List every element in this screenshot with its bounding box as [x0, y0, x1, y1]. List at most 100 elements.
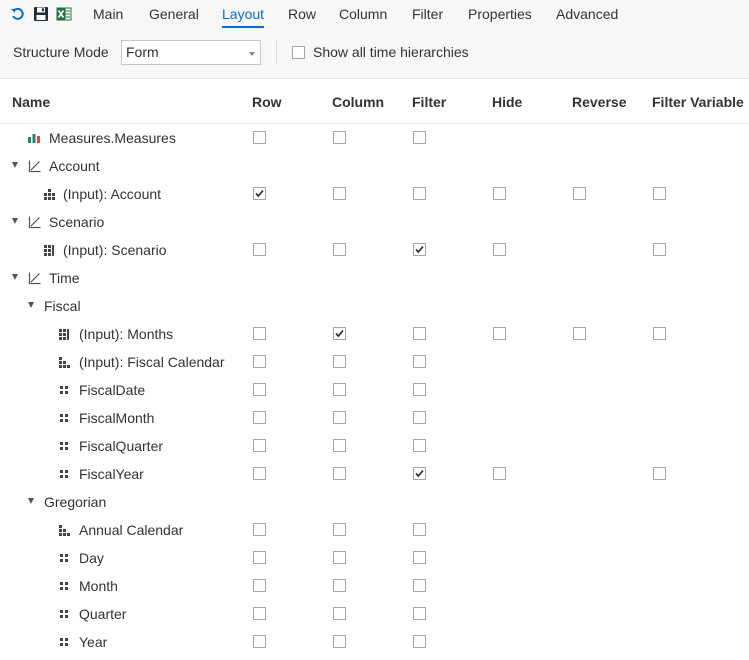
- reverse-checkbox[interactable]: [573, 327, 586, 340]
- level-icon: [57, 579, 71, 593]
- expand-triangle-icon[interactable]: [12, 162, 18, 168]
- expand-triangle-icon[interactable]: [28, 302, 34, 308]
- tab-properties[interactable]: Properties: [468, 6, 532, 22]
- tree-node-label: Year: [79, 634, 108, 650]
- filter-checkbox[interactable]: [413, 355, 426, 368]
- row-checkbox[interactable]: [253, 607, 266, 620]
- tree-node-label: FiscalYear: [79, 466, 144, 482]
- tree-node-label: FiscalMonth: [79, 410, 155, 426]
- filter-checkbox[interactable]: [413, 523, 426, 536]
- expand-triangle-icon[interactable]: [28, 498, 34, 504]
- expand-triangle-icon[interactable]: [12, 218, 18, 224]
- tab-filter[interactable]: Filter: [412, 6, 443, 22]
- tab-main[interactable]: Main: [93, 6, 123, 22]
- filter-checkbox[interactable]: [413, 327, 426, 340]
- level-icon: [57, 411, 71, 425]
- row-checkbox[interactable]: [253, 383, 266, 396]
- tree-node-label: FiscalQuarter: [79, 438, 164, 454]
- save-icon[interactable]: [33, 6, 49, 22]
- tab-column[interactable]: Column: [339, 6, 387, 22]
- tab-general[interactable]: General: [149, 6, 199, 22]
- filter-variable-checkbox[interactable]: [653, 467, 666, 480]
- tree-node-label: Fiscal: [44, 298, 81, 314]
- reverse-checkbox[interactable]: [573, 187, 586, 200]
- filter-checkbox[interactable]: [413, 243, 426, 256]
- filter-variable-checkbox[interactable]: [653, 187, 666, 200]
- hide-checkbox[interactable]: [493, 327, 506, 340]
- filter-variable-checkbox[interactable]: [653, 243, 666, 256]
- filter-checkbox[interactable]: [413, 131, 426, 144]
- level-icon: [57, 607, 71, 621]
- expand-triangle-icon[interactable]: [12, 274, 18, 280]
- column-checkbox[interactable]: [333, 383, 346, 396]
- row-checkbox[interactable]: [253, 635, 266, 648]
- column-checkbox[interactable]: [333, 635, 346, 648]
- tree-row: Year: [0, 628, 749, 656]
- excel-icon[interactable]: [56, 6, 72, 22]
- tree-node-label: (Input): Fiscal Calendar: [79, 354, 225, 370]
- tree-row: (Input): Months: [0, 320, 749, 348]
- row-checkbox[interactable]: [253, 243, 266, 256]
- column-checkbox[interactable]: [333, 467, 346, 480]
- tree-node-label: Scenario: [49, 214, 105, 230]
- filter-checkbox[interactable]: [413, 579, 426, 592]
- column-checkbox[interactable]: [333, 243, 346, 256]
- filter-variable-checkbox[interactable]: [653, 327, 666, 340]
- show-time-hierarchies-label: Show all time hierarchies: [313, 44, 469, 60]
- filter-checkbox[interactable]: [413, 439, 426, 452]
- column-checkbox[interactable]: [333, 551, 346, 564]
- column-checkbox[interactable]: [333, 187, 346, 200]
- tab-layout[interactable]: Layout: [222, 6, 264, 22]
- filter-checkbox[interactable]: [413, 383, 426, 396]
- row-checkbox[interactable]: [253, 355, 266, 368]
- hide-checkbox[interactable]: [493, 243, 506, 256]
- calendar-hierarchy-icon: [57, 355, 71, 369]
- filter-checkbox[interactable]: [413, 551, 426, 564]
- column-checkbox[interactable]: [333, 131, 346, 144]
- filter-checkbox[interactable]: [413, 411, 426, 424]
- tree-node-label: (Input): Scenario: [63, 242, 167, 258]
- filter-checkbox[interactable]: [413, 467, 426, 480]
- tree-row: FiscalDate: [0, 376, 749, 404]
- refresh-icon[interactable]: [10, 6, 26, 22]
- tree-node-label: Day: [79, 550, 104, 566]
- row-checkbox[interactable]: [253, 327, 266, 340]
- column-header-row: Row: [252, 94, 282, 110]
- level-icon: [57, 383, 71, 397]
- tab-row[interactable]: Row: [288, 6, 316, 22]
- row-checkbox[interactable]: [253, 579, 266, 592]
- row-checkbox[interactable]: [253, 523, 266, 536]
- row-checkbox[interactable]: [253, 467, 266, 480]
- row-checkbox[interactable]: [253, 131, 266, 144]
- column-header-filter: Filter: [412, 94, 447, 110]
- filter-checkbox[interactable]: [413, 635, 426, 648]
- tab-advanced[interactable]: Advanced: [556, 6, 618, 22]
- column-checkbox[interactable]: [333, 355, 346, 368]
- level-icon: [57, 467, 71, 481]
- row-checkbox[interactable]: [253, 551, 266, 564]
- row-checkbox[interactable]: [253, 439, 266, 452]
- tree-row: Day: [0, 544, 749, 572]
- column-header-column: Column: [332, 94, 385, 110]
- column-checkbox[interactable]: [333, 327, 346, 340]
- active-tab-indicator: [222, 26, 264, 28]
- tree-row: FiscalYear: [0, 460, 749, 488]
- structure-mode-label: Structure Mode: [13, 44, 109, 60]
- structure-mode-select[interactable]: Form: [121, 40, 261, 65]
- tree-row: FiscalMonth: [0, 404, 749, 432]
- column-checkbox[interactable]: [333, 523, 346, 536]
- filter-checkbox[interactable]: [413, 187, 426, 200]
- tree-row: Scenario: [0, 208, 749, 236]
- hide-checkbox[interactable]: [493, 467, 506, 480]
- column-checkbox[interactable]: [333, 411, 346, 424]
- column-checkbox[interactable]: [333, 579, 346, 592]
- row-checkbox[interactable]: [253, 411, 266, 424]
- hide-checkbox[interactable]: [493, 187, 506, 200]
- tree-row: Gregorian: [0, 488, 749, 516]
- column-checkbox[interactable]: [333, 607, 346, 620]
- column-checkbox[interactable]: [333, 439, 346, 452]
- filter-checkbox[interactable]: [413, 607, 426, 620]
- row-checkbox[interactable]: [253, 187, 266, 200]
- tree-row: (Input): Account: [0, 180, 749, 208]
- show-time-hierarchies-checkbox[interactable]: [292, 46, 305, 59]
